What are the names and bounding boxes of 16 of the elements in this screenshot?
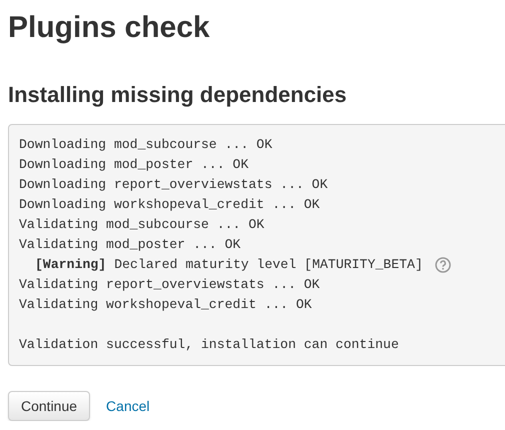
log-line: Validation successful, installation can continue bbox=[19, 336, 399, 354]
log-line: Downloading mod_poster ... OK bbox=[19, 156, 248, 174]
log-line: Downloading mod_subcourse ... OK bbox=[19, 136, 272, 154]
help-icon[interactable] bbox=[434, 257, 451, 273]
warning-text: Declared maturity level [MATURITY_BETA] bbox=[114, 256, 423, 274]
log-line: Validating workshopeval_credit ... OK bbox=[19, 296, 312, 314]
log-line: Downloading report_overviewstats ... OK bbox=[19, 176, 328, 194]
warning-label: [Warning] bbox=[35, 256, 106, 274]
log-line: Validating mod_poster ... OK bbox=[19, 236, 241, 254]
log-line: Downloading workshopeval_credit ... OK bbox=[19, 196, 320, 214]
log-line: Validating mod_subcourse ... OK bbox=[19, 216, 264, 234]
continue-button[interactable]: Continue bbox=[8, 391, 90, 421]
log-line: Validating report_overviewstats ... OK bbox=[19, 276, 320, 294]
section-heading: Installing missing dependencies bbox=[8, 81, 348, 109]
cancel-link[interactable]: Cancel bbox=[106, 398, 150, 414]
page-title: Plugins check bbox=[8, 10, 211, 46]
